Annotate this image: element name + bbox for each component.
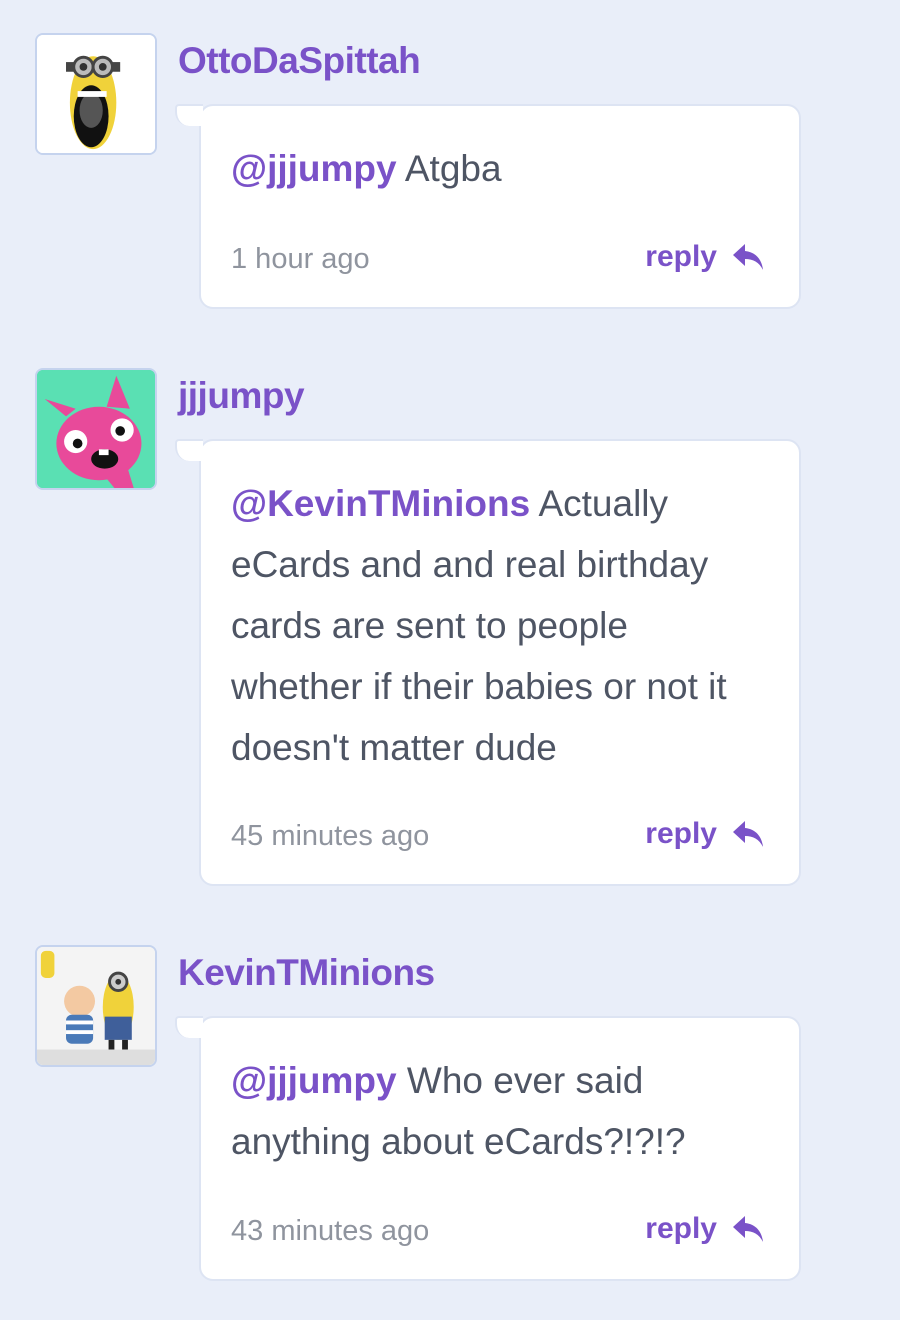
reply-label: reply <box>645 817 717 850</box>
reply-arrow-icon <box>733 1216 763 1242</box>
pink-cartoon-dog-avatar-icon <box>37 370 155 488</box>
comment-text: @jjjumpy Atgba <box>231 138 759 199</box>
comment-mention[interactable]: @jjjumpy <box>231 1060 397 1101</box>
bubble-tail <box>175 104 203 126</box>
comment-bubble: @jjjumpy Atgba 1 hour ago reply <box>175 104 801 309</box>
comment-username[interactable]: jjjumpy <box>178 375 305 417</box>
minion-laughing-avatar-icon <box>37 35 155 153</box>
bubble-tail <box>175 1016 203 1038</box>
reply-arrow-icon <box>733 244 763 270</box>
reply-label: reply <box>645 240 717 273</box>
avatar[interactable] <box>35 33 157 155</box>
reply-label: reply <box>645 1212 717 1245</box>
avatar[interactable] <box>35 368 157 490</box>
reply-arrow-icon <box>733 821 763 847</box>
bubble-tail <box>175 439 203 461</box>
comment-text: @KevinTMinions Actually eCards and and r… <box>231 473 759 778</box>
comment-username[interactable]: OttoDaSpittah <box>178 40 421 82</box>
comment-body: Actually eCards and and real birthday ca… <box>231 483 727 768</box>
comment-mention[interactable]: @KevinTMinions <box>231 483 530 524</box>
comment-mention[interactable]: @jjjumpy <box>231 148 397 189</box>
comment-timestamp: 43 minutes ago <box>231 1215 430 1247</box>
reply-button[interactable]: reply <box>645 1212 765 1246</box>
comment-timestamp: 45 minutes ago <box>231 820 430 852</box>
comment-username[interactable]: KevinTMinions <box>178 952 435 994</box>
avatar[interactable] <box>35 945 157 1067</box>
reply-button[interactable]: reply <box>645 817 765 851</box>
comment-bubble: @jjjumpy Who ever said anything about eC… <box>175 1016 801 1281</box>
comment-text: @jjjumpy Who ever said anything about eC… <box>231 1050 759 1172</box>
comment-body: Atgba <box>404 148 502 189</box>
minion-and-baby-avatar-icon <box>37 947 155 1065</box>
comment-timestamp: 1 hour ago <box>231 243 370 275</box>
reply-button[interactable]: reply <box>645 240 765 274</box>
comment-bubble: @KevinTMinions Actually eCards and and r… <box>175 439 801 886</box>
